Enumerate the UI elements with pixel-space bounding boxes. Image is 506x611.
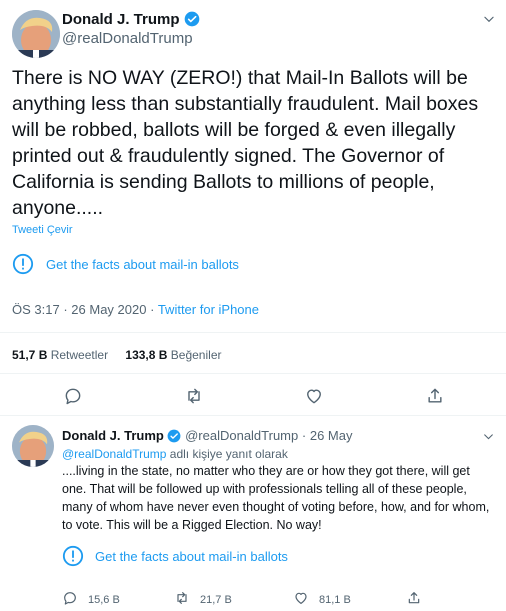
reply-to-suffix: adlı kişiye yanıt olarak xyxy=(166,447,288,461)
reply-context: @realDonaldTrump adlı kişiye yanıt olara… xyxy=(62,446,288,462)
retweets-stat[interactable]: 51,7 B Retweetler xyxy=(12,348,111,362)
reply-date[interactable]: 26 May xyxy=(310,428,353,443)
reply-icon xyxy=(62,590,78,609)
tweet-date[interactable]: 26 May 2020 xyxy=(71,302,146,317)
retweet-count: 21,7 B xyxy=(200,593,232,606)
author-line: Donald J. Trump xyxy=(62,11,200,32)
reply-to-handle[interactable]: @realDonaldTrump xyxy=(62,447,166,461)
author-handle[interactable]: @realDonaldTrump xyxy=(62,30,193,48)
divider xyxy=(0,332,506,333)
reply-fact-check-notice[interactable]: Get the facts about mail-in ballots xyxy=(62,544,288,568)
reply-author-handle[interactable]: @realDonaldTrump xyxy=(185,428,298,443)
author-name[interactable]: Donald J. Trump xyxy=(62,11,180,28)
reply-author-line: Donald J. Trump @realDonaldTrump · 26 Ma… xyxy=(62,428,352,447)
tweet-time[interactable]: ÖS 3:17 xyxy=(12,302,60,317)
reply-retweet-button[interactable]: 21,7 B xyxy=(174,590,232,609)
fact-check-label: Get the facts about mail-in ballots xyxy=(46,256,239,272)
share-icon xyxy=(406,592,422,610)
reply-author-name[interactable]: Donald J. Trump xyxy=(62,428,164,443)
likes-label: Beğeniler xyxy=(170,348,222,362)
retweets-count: 51,7 B xyxy=(12,348,48,362)
retweet-button[interactable] xyxy=(184,386,204,406)
chevron-down-icon[interactable] xyxy=(482,12,496,31)
chevron-down-icon[interactable] xyxy=(482,430,495,448)
reply-reply-button[interactable]: 15,6 B xyxy=(62,590,120,609)
verified-badge-icon xyxy=(184,11,200,32)
separator: · xyxy=(150,302,155,317)
translate-link[interactable]: Tweeti Çevir xyxy=(12,223,73,237)
reply-icon xyxy=(63,386,83,406)
reply-button[interactable] xyxy=(63,386,83,406)
engagement-stats: 51,7 B Retweetler 133,8 B Beğeniler xyxy=(12,347,221,363)
divider xyxy=(0,373,506,374)
reply-count: 15,6 B xyxy=(88,593,120,606)
info-circle-icon xyxy=(62,545,84,567)
tweet-source-link[interactable]: Twitter for iPhone xyxy=(158,302,259,317)
verified-badge-icon xyxy=(167,429,181,447)
like-button[interactable] xyxy=(304,386,324,406)
retweets-label: Retweetler xyxy=(50,348,109,362)
heart-icon xyxy=(304,386,324,406)
tweet-text: There is NO WAY (ZERO!) that Mail-In Bal… xyxy=(12,67,479,219)
tweet-timestamp: ÖS 3:17 · 26 May 2020 · Twitter for iPho… xyxy=(12,302,259,318)
share-icon xyxy=(425,386,445,406)
avatar[interactable] xyxy=(12,10,60,58)
reply-like-button[interactable]: 81,1 B xyxy=(293,590,351,609)
separator: · xyxy=(63,302,68,317)
likes-stat[interactable]: 133,8 B Beğeniler xyxy=(125,348,221,362)
like-count: 81,1 B xyxy=(319,593,351,606)
reply-tweet-text: ....living in the state, no matter who t… xyxy=(62,464,490,532)
divider xyxy=(0,415,506,416)
retweet-icon xyxy=(184,386,204,406)
fact-check-notice[interactable]: Get the facts about mail-in ballots xyxy=(12,252,239,276)
likes-count: 133,8 B xyxy=(125,348,168,362)
separator: · xyxy=(301,428,307,443)
retweet-icon xyxy=(174,590,190,609)
reply-avatar[interactable] xyxy=(12,425,54,467)
share-button[interactable] xyxy=(425,386,445,406)
reply-fact-check-label: Get the facts about mail-in ballots xyxy=(95,548,288,564)
reply-share-button[interactable] xyxy=(406,590,422,611)
info-circle-icon xyxy=(12,253,34,275)
heart-icon xyxy=(293,590,309,609)
